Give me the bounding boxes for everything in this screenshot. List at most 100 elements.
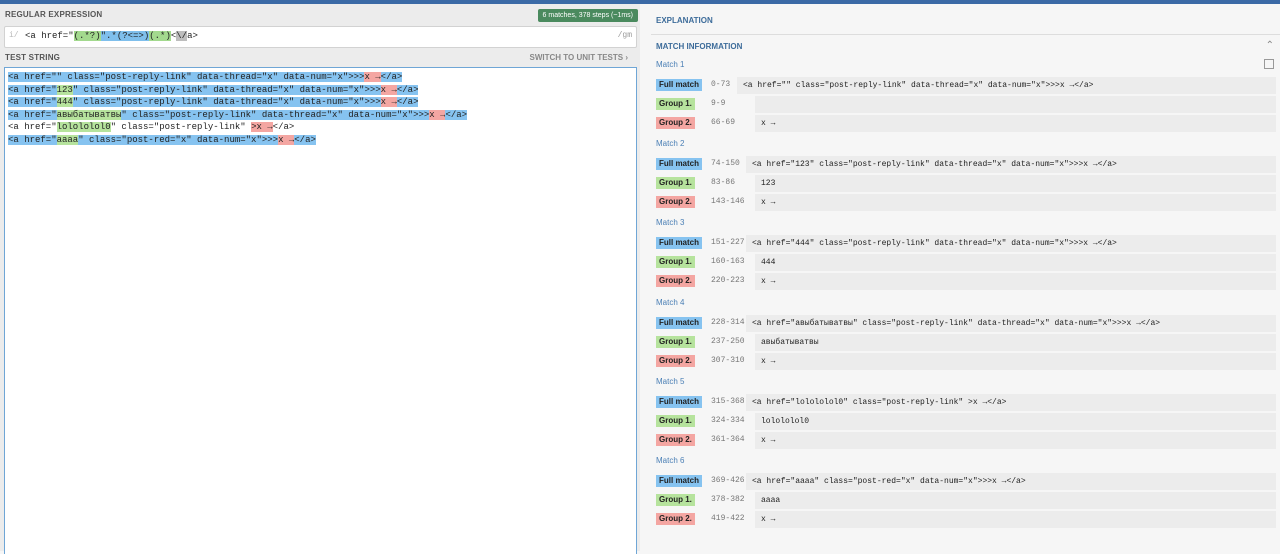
match-full: <a href=" xyxy=(8,97,57,107)
test-string-editor[interactable]: <a href="" class="post-reply-link" data-… xyxy=(4,67,637,554)
match-range: 361-364 xyxy=(711,434,745,444)
group-2-label: Group 2. xyxy=(656,196,695,209)
group-2-row: Group 2. 419-422 x → xyxy=(656,511,1276,528)
match-value[interactable]: 123 xyxy=(755,175,1276,193)
explanation-header[interactable]: EXPLANATION xyxy=(656,16,713,25)
full-match-row: Full match 315-368 <a href="lolololol0" cl… xyxy=(656,393,1276,411)
match-range: 74-150 xyxy=(711,159,740,169)
match-value[interactable]: <a href="авыбатыватвы" class="post-reply… xyxy=(746,314,1276,332)
group-1-row: Group 1. 237-250 авыбатыватвы xyxy=(656,333,1276,351)
match-title: Match 6 xyxy=(656,456,685,465)
match-range: 315-368 xyxy=(711,396,745,406)
pattern-lookbehind-text: .*(?<=>) xyxy=(106,31,150,41)
full-match-row: Full match 74-150 <a href="123" class="pos… xyxy=(656,156,1276,174)
match-range: 143-146 xyxy=(711,197,745,207)
full-match-label: Full match xyxy=(656,316,703,329)
group-1-label: Group 1. xyxy=(656,177,695,190)
group-2-label: Group 2. xyxy=(656,275,695,288)
group-1-label: Group 1. xyxy=(656,494,695,506)
switch-to-unit-tests-link[interactable]: SWITCH TO UNIT TESTS › xyxy=(529,53,628,62)
match-full: " class="post-reply-link" data-thread="x… xyxy=(121,109,430,120)
match-full: <a href=" xyxy=(8,134,57,145)
group-2-label: Group 2. xyxy=(656,433,695,446)
regex-input[interactable]: i/ <a href="(.*?)".*(?<=>)(.*)<\/a> /gm xyxy=(4,26,637,48)
match-value[interactable]: 444 xyxy=(755,254,1276,272)
group-2-label: Group 2. xyxy=(656,354,695,367)
regex-pattern[interactable]: <a href="(.*?)".*(?<=>)(.*)<\/a> xyxy=(25,31,198,41)
match-full: " class="post-reply-link" data-thread="x… xyxy=(56,72,365,82)
match-range: 378-382 xyxy=(711,495,745,504)
match-full: </a> xyxy=(380,72,403,82)
match-value[interactable]: <a href="123" class="post-reply-link" da… xyxy=(746,156,1276,174)
match-value[interactable]: x → xyxy=(755,431,1276,449)
match-group-1: 123 xyxy=(56,84,73,95)
match-title: Match 5 xyxy=(656,376,685,386)
divider xyxy=(651,34,1280,35)
match-value[interactable]: <a href="lolololol0" class="post-reply-l… xyxy=(746,393,1276,411)
match-group-1: авыбатыватвы xyxy=(56,109,122,120)
match-range: 9-9 xyxy=(711,99,726,108)
match-value[interactable]: x → xyxy=(755,352,1276,370)
group-1-row: Group 1. 324-334 lolololol0 xyxy=(656,412,1276,430)
match-full: <a href=" xyxy=(8,72,57,82)
full-match-label: Full match xyxy=(656,158,703,171)
match-range: 237-250 xyxy=(711,336,745,346)
full-match-label: Full match xyxy=(656,237,703,250)
match-full: </a> xyxy=(396,97,419,107)
full-match-row: Full match 228-314 <a href="авыбатыватвы" … xyxy=(656,314,1276,332)
match-information-header[interactable]: MATCH INFORMATION xyxy=(656,42,742,51)
match-value[interactable]: x → xyxy=(755,511,1276,528)
match-group-2: x → xyxy=(429,109,446,120)
match-title: Match 1 xyxy=(656,60,685,69)
pattern-group-1: (.*?) xyxy=(73,31,101,41)
test-line: <a href="lolololol0" class="post-reply-l… xyxy=(8,122,294,132)
group-1-row: Group 1. 9-9 xyxy=(656,96,1276,113)
match-title: Match 4 xyxy=(656,297,685,307)
group-1-row: Group 1. 160-163 444 xyxy=(656,254,1276,272)
match-full: <a href=" xyxy=(8,109,57,120)
match-value[interactable]: <a href="" class="post-reply-link" data-… xyxy=(737,77,1276,94)
match-value[interactable]: aaaa xyxy=(755,492,1276,509)
regex-flags-button[interactable]: /gm xyxy=(618,31,632,40)
group-2-label: Group 2. xyxy=(656,117,695,129)
match-group-2: >x → xyxy=(251,122,273,132)
match-value[interactable]: <a href="aaaa" class="post-red="x" data-… xyxy=(746,473,1276,490)
match-full: " class="post-red="x" data-num="x">>> xyxy=(78,134,279,145)
pattern-lookbehind: .*(?<=>) xyxy=(106,31,150,41)
group-2-row: Group 2. 307-310 x → xyxy=(656,352,1276,370)
match-range: 66-69 xyxy=(711,118,736,127)
match-range: 419-422 xyxy=(711,514,745,523)
match-range: 151-227 xyxy=(711,238,745,248)
test-line: <a href="444" class="post-reply-link" da… xyxy=(8,97,419,107)
match-range: 307-310 xyxy=(711,355,745,365)
match-value[interactable] xyxy=(755,96,1276,113)
match-full: </a> xyxy=(445,109,468,120)
match-group-2: x → xyxy=(364,72,381,82)
group-1-row: Group 1. 378-382 aaaa xyxy=(656,492,1276,509)
match-group-2: x → xyxy=(278,134,295,145)
pattern-tail: a> xyxy=(187,31,198,41)
match-range: 220-223 xyxy=(711,276,745,286)
pattern-group-1-content: (.*?) xyxy=(73,31,101,41)
test-string-title: TEST STRING xyxy=(5,53,61,62)
match-value[interactable]: x → xyxy=(755,115,1276,132)
match-value[interactable]: <a href="444" class="post-reply-link" da… xyxy=(746,235,1276,253)
match-range: 324-334 xyxy=(711,415,745,425)
share-icon[interactable] xyxy=(1264,59,1274,69)
match-value[interactable]: lolololol0 xyxy=(755,412,1276,430)
info-panel: EXPLANATION MATCH INFORMATION ⌃ Match 1 F… xyxy=(651,4,1280,551)
match-group-1: aaaa xyxy=(56,134,79,145)
match-value[interactable]: авыбатыватвы xyxy=(755,333,1276,351)
match-value[interactable]: x → xyxy=(755,273,1276,291)
group-2-row: Group 2. 66-69 x → xyxy=(656,115,1276,132)
match-full: </a> xyxy=(294,134,316,145)
full-match-row: Full match 369-426 <a href="aaaa" class="p… xyxy=(656,473,1276,490)
group-1-label: Group 1. xyxy=(656,335,695,348)
test-line: <a href="" class="post-reply-link" data-… xyxy=(8,72,403,82)
match-full: <a href=" xyxy=(8,84,57,95)
full-match-label: Full match xyxy=(656,475,703,487)
match-value[interactable]: x → xyxy=(755,194,1276,212)
match-group-2: x → xyxy=(380,97,397,107)
match-count-badge: 6 matches, 378 steps (~1ms) xyxy=(537,9,638,22)
chevron-up-icon[interactable]: ⌃ xyxy=(1266,40,1274,51)
